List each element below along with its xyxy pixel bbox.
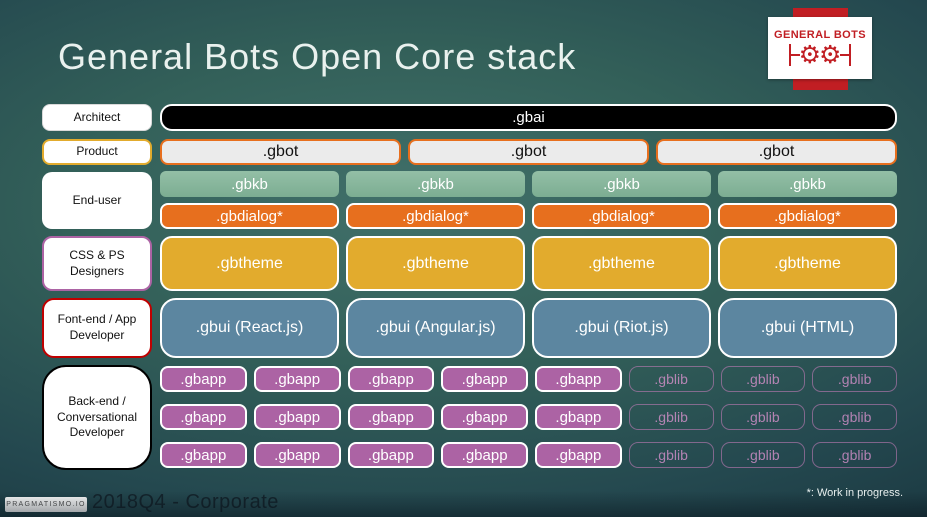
slide: General Bots Open Core stack GENERAL BOT…: [0, 0, 927, 517]
gbapp-box: .gbapp: [535, 404, 622, 430]
row-gbkb: .gbkb .gbkb .gbkb .gbkb: [160, 171, 897, 197]
label-architect: Architect: [42, 104, 152, 131]
gbapp-box: .gbapp: [253, 366, 341, 392]
gblib-box: .gblib: [720, 404, 806, 430]
gbapp-box: .gbapp: [160, 366, 247, 392]
pragmatismo-logo: PRAGMATISMO.IO: [5, 497, 87, 512]
gbui-riot-box: .gbui (Riot.js): [532, 298, 711, 358]
gbkb-box: .gbkb: [532, 171, 711, 197]
gbapp-box: .gbapp: [160, 442, 247, 468]
gbtheme-box: .gbtheme: [532, 236, 711, 291]
gbapp-box: .gbapp: [441, 366, 528, 392]
row-backend-2: .gbapp .gbapp .gbapp .gbapp .gbapp .gbli…: [160, 404, 897, 430]
gblib-box: .gblib: [720, 442, 806, 468]
work-in-progress-note: *: Work in progress.: [806, 487, 903, 499]
gbapp-box: .gbapp: [253, 404, 341, 430]
row-gbdialog: .gbdialog* .gbdialog* .gbdialog* .gbdial…: [160, 203, 897, 229]
gblib-box: .gblib: [628, 442, 714, 468]
row-gbui: .gbui (React.js) .gbui (Angular.js) .gbu…: [160, 298, 897, 358]
gblib-box: .gblib: [812, 366, 897, 392]
gbapp-box: .gbapp: [160, 404, 247, 430]
row-backend-1: .gbapp .gbapp .gbapp .gbapp .gbapp .gbli…: [160, 366, 897, 392]
gbot-box: .gbot: [656, 139, 897, 165]
gbdialog-box: .gbdialog*: [532, 203, 711, 229]
row-backend-3: .gbapp .gbapp .gbapp .gbapp .gbapp .gbli…: [160, 442, 897, 468]
gbui-html-box: .gbui (HTML): [718, 298, 897, 358]
gbdialog-box: .gbdialog*: [346, 203, 525, 229]
gblib-box: .gblib: [812, 442, 897, 468]
gbapp-box: .gbapp: [441, 442, 528, 468]
row-gbtheme: .gbtheme .gbtheme .gbtheme .gbtheme: [160, 236, 897, 291]
gbui-angular-box: .gbui (Angular.js): [346, 298, 525, 358]
label-backend-conversational-developer: Back-end / Conversational Developer: [42, 365, 152, 470]
gbot-box: .gbot: [160, 139, 401, 165]
gbtheme-box: .gbtheme: [160, 236, 339, 291]
gear-icon: ⚙: [819, 40, 842, 69]
gblib-box: .gblib: [812, 404, 897, 430]
gears-icon: ⚙ ⚙: [788, 40, 852, 69]
row-gbai: .gbai: [160, 104, 897, 131]
gear-line-icon: [840, 54, 850, 56]
gbot-box: .gbot: [408, 139, 649, 165]
gear-endbar-icon: [849, 44, 852, 66]
label-end-user: End-user: [42, 172, 152, 229]
gblib-box: .gblib: [720, 366, 806, 392]
gbai-box: .gbai: [160, 104, 897, 131]
gbdialog-box: .gbdialog*: [718, 203, 897, 229]
gbui-react-box: .gbui (React.js): [160, 298, 339, 358]
gbtheme-box: .gbtheme: [718, 236, 897, 291]
label-css-ps-designers: CSS & PS Designers: [42, 236, 152, 291]
row-gbot: .gbot .gbot .gbot: [160, 139, 897, 165]
gbdialog-box: .gbdialog*: [160, 203, 339, 229]
gbapp-box: .gbapp: [535, 366, 622, 392]
gbkb-box: .gbkb: [718, 171, 897, 197]
gbapp-box: .gbapp: [347, 442, 435, 468]
gbapp-box: .gbapp: [535, 442, 622, 468]
gblib-box: .gblib: [628, 404, 714, 430]
slide-version-text: 2018Q4 - Corporate: [92, 491, 279, 513]
label-product: Product: [42, 139, 152, 165]
gbkb-box: .gbkb: [346, 171, 525, 197]
gbtheme-box: .gbtheme: [346, 236, 525, 291]
gbapp-box: .gbapp: [441, 404, 528, 430]
gear-icon: ⚙: [798, 40, 821, 69]
gblib-box: .gblib: [628, 366, 714, 392]
gbapp-box: .gbapp: [253, 442, 341, 468]
page-title: General Bots Open Core stack: [58, 36, 577, 77]
label-frontend-app-developer: Font-end / App Developer: [42, 298, 152, 358]
gbapp-box: .gbapp: [347, 366, 435, 392]
gbapp-box: .gbapp: [347, 404, 435, 430]
gbkb-box: .gbkb: [160, 171, 339, 197]
general-bots-logo: GENERAL BOTS ⚙ ⚙: [768, 17, 872, 79]
